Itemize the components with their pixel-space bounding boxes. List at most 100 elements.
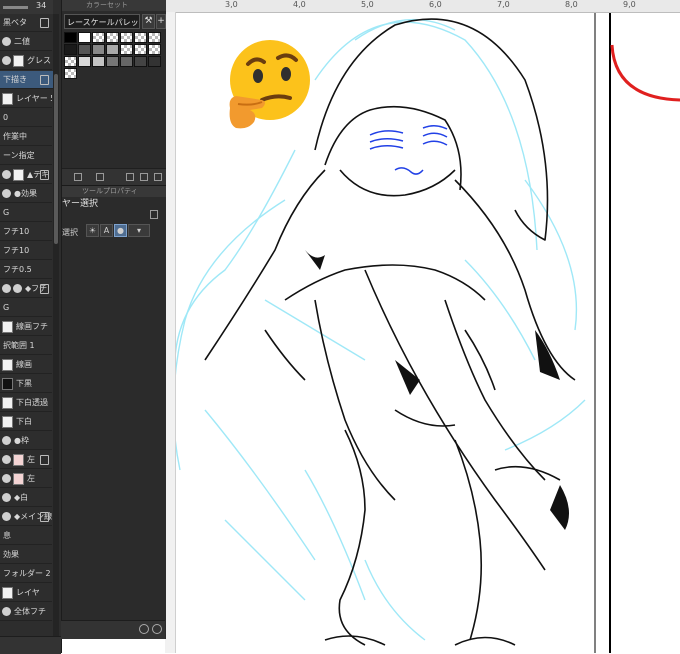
palette-icon[interactable] [74,173,82,181]
eye-icon[interactable] [2,284,11,293]
layer-name: 作業中 [3,132,27,141]
opacity-slider[interactable] [3,6,28,9]
color-swatch[interactable] [120,56,133,67]
color-swatch[interactable] [134,32,147,43]
color-swatch[interactable] [78,32,91,43]
layer-row[interactable]: 効果 [0,546,52,564]
navigator-icon[interactable] [139,624,149,634]
palette-dropdown[interactable]: レースケールパレット [64,14,140,29]
left-ruler [165,12,176,653]
color-swatch[interactable] [148,32,161,43]
selection-mode-icon[interactable]: ☀ [86,224,99,237]
palette-icon[interactable] [96,173,104,181]
layer-row[interactable]: フチ10 [0,242,52,260]
layer-row[interactable]: フチ10 [0,223,52,241]
color-swatch[interactable] [106,32,119,43]
layer-row[interactable]: 線画フチ [0,318,52,336]
ruler-mark: 7,0 [497,0,510,9]
mode-dropdown-icon[interactable]: ▾ [128,224,150,237]
layer-row[interactable]: 左 [0,470,52,488]
ruler-mark: 4,0 [293,0,306,9]
layer-thumbnail [13,168,24,181]
layer-row[interactable]: 二値 [0,33,52,51]
color-swatch[interactable] [120,44,133,55]
lock-icon[interactable] [40,284,49,294]
color-swatch[interactable] [64,32,77,43]
thinking-face-emoji [229,40,310,129]
layer-row[interactable]: G [0,204,52,222]
zoom-icon[interactable] [152,624,162,634]
color-swatch[interactable] [92,44,105,55]
color-swatch[interactable] [106,44,119,55]
layer-row[interactable]: レイヤ [0,584,52,602]
color-swatch[interactable] [78,44,91,55]
color-swatch[interactable] [134,44,147,55]
layer-row[interactable]: 全体フチ [0,603,52,621]
eye-icon[interactable] [2,189,11,198]
layer-row[interactable]: ●枠 [0,432,52,450]
eye-icon[interactable] [2,436,11,445]
tool-name: ヤー選択 [62,199,99,209]
lock-icon[interactable] [40,170,49,180]
layer-row[interactable]: 0 [0,109,52,127]
add-icon[interactable]: + [156,14,166,29]
color-swatch[interactable] [78,56,91,67]
color-swatch[interactable] [92,56,105,67]
add-icon[interactable] [140,173,148,181]
layer-row[interactable]: 作業中 [0,128,52,146]
eye-icon[interactable] [2,607,11,616]
layer-row[interactable]: フォルダー 2 [0,565,52,583]
text-select-icon[interactable]: A [100,224,113,237]
lock-icon[interactable] [40,512,49,522]
color-swatch[interactable] [148,44,161,55]
ruler-mark: 8,0 [565,0,578,9]
layer-row[interactable]: 下黒 [0,375,52,393]
color-swatch[interactable] [120,32,133,43]
color-swatch[interactable] [134,56,147,67]
color-swatch[interactable] [64,44,77,55]
eye-icon[interactable] [2,37,11,46]
trash-icon[interactable] [154,173,162,181]
layer-row[interactable]: グレス [0,52,52,70]
active-mode-icon[interactable]: ● [114,224,127,237]
layer-thumbnail [13,54,24,67]
eye-icon[interactable] [2,512,11,521]
layer-row[interactable]: 線画 [0,356,52,374]
eye-icon[interactable] [2,455,11,464]
lock-icon[interactable] [150,210,158,219]
layer-row[interactable]: レイヤー 5% [0,90,52,108]
color-swatch[interactable] [148,56,161,67]
eye-icon[interactable] [2,170,11,179]
lock-icon[interactable] [40,455,49,465]
layer-row[interactable]: ◆白 [0,489,52,507]
color-swatch-grid [64,32,161,79]
layer-row[interactable]: G [0,299,52,317]
color-swatch[interactable] [106,56,119,67]
eye-icon[interactable] [2,474,11,483]
color-swatch[interactable] [64,56,77,67]
layer-name: 下黒 [16,379,32,388]
eye-icon[interactable] [13,284,22,293]
lock-icon[interactable] [40,18,49,28]
layer-row[interactable]: 下白透過 [0,394,52,412]
layer-thumbnail [2,358,13,371]
color-swatch[interactable] [92,32,105,43]
layer-name: フチ10 [3,246,30,255]
eye-icon[interactable] [2,56,11,65]
layer-row[interactable]: ーン指定 [0,147,52,165]
layer-opacity-bar[interactable]: 34 [0,0,53,14]
eye-icon[interactable] [2,493,11,502]
layer-thumbnail [2,320,13,333]
layer-row[interactable]: 択範囲 1 [0,337,52,355]
layer-row[interactable]: フチ0.5 [0,261,52,279]
layer-row[interactable]: 下白 [0,413,52,431]
layer-name: ーン指定 [3,151,35,160]
scrollbar-thumb[interactable] [54,74,58,244]
lock-icon[interactable] [40,75,49,85]
color-swatch[interactable] [64,68,77,79]
undo-icon[interactable] [126,173,134,181]
layer-scrollbar[interactable] [53,14,59,640]
layer-row[interactable]: 息 [0,527,52,545]
layer-row[interactable]: ●効果 [0,185,52,203]
wrench-icon[interactable]: ⚒ [142,14,155,29]
